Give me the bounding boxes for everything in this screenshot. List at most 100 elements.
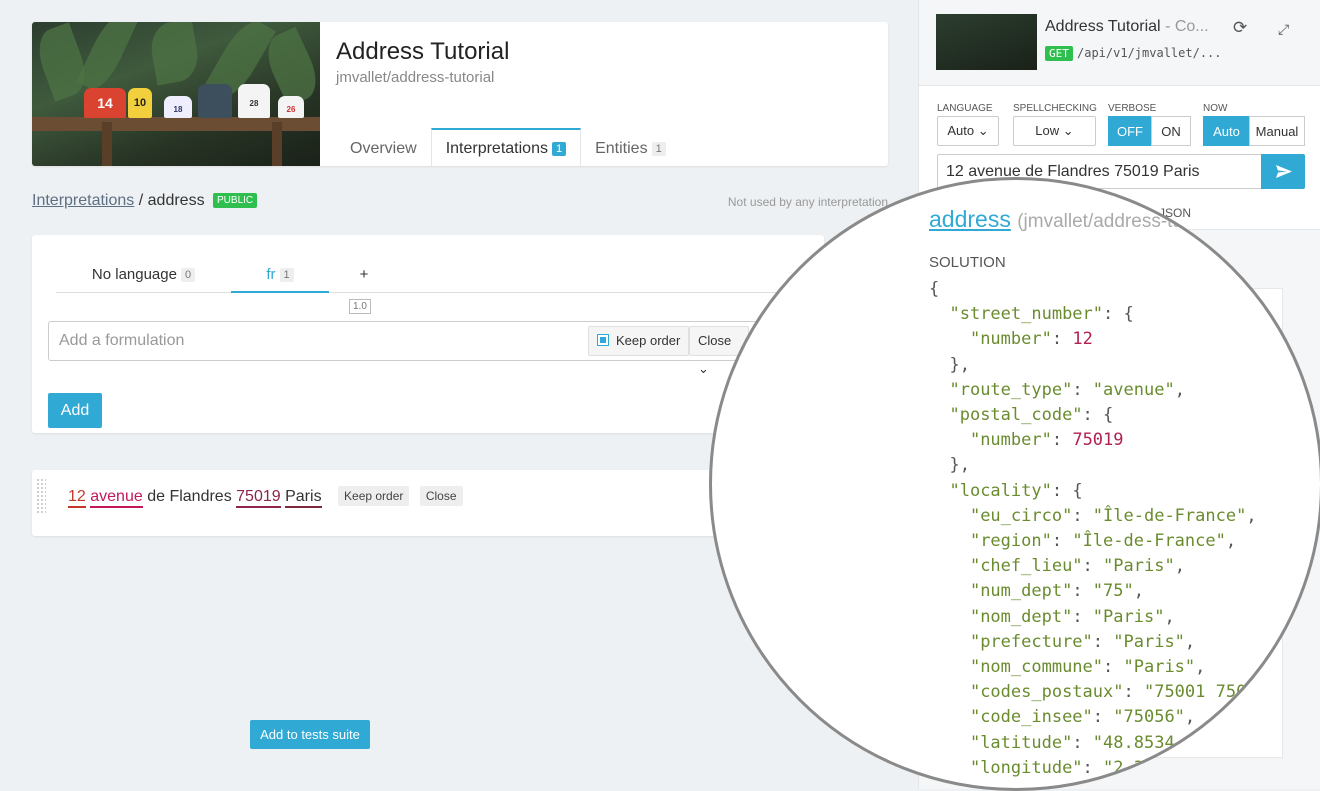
language-label: LANGUAGE [937,103,993,114]
tab-label: Entities [595,140,648,157]
spellchecking-label: SPELLCHECKING [1013,103,1097,114]
json-punct: : [1082,405,1104,426]
tab-count: 1 [551,142,567,156]
json-punct: , [1225,531,1237,552]
json-punct: , [1164,606,1175,627]
plain-text: de Flandres [147,488,232,505]
json-key: "num_dept" [969,581,1073,602]
json-line: "nom_dept": "Paris", [929,605,1257,630]
breadcrumb: Interpretations / address PUBLIC [32,192,258,210]
json-string: "75001 7500 [1143,682,1257,703]
json-key: "code_insee" [969,707,1093,728]
json-punct: { [1072,480,1083,501]
json-punct: : [1082,556,1104,577]
language-select[interactable]: Auto ⌄ [937,116,999,146]
verbose-on-toggle[interactable]: ON [1151,116,1191,146]
now-manual-toggle[interactable]: Manual [1249,116,1305,146]
json-punct: , [1184,631,1196,652]
tab-overview[interactable]: Overview [336,128,431,166]
tab-entities[interactable]: Entities 1 [581,128,680,166]
verbose-off-toggle[interactable]: OFF [1108,116,1152,146]
json-punct: : [1123,682,1144,703]
keep-order-toggle[interactable]: Keep order [588,326,690,356]
json-line: "postal_code": { [929,403,1257,428]
json-key: "street_number" [949,304,1104,325]
add-to-tests-button[interactable]: Add to tests suite [250,720,370,749]
expression-row[interactable]: 12 avenue de Flandres 75019 Paris Keep o… [32,470,824,536]
json-key: "chef_lieu" [969,556,1083,577]
solution-json: { "street_number": { "number": 12 }, "ro… [929,277,1257,781]
json-key: "number" [969,430,1052,451]
json-punct: : [1051,531,1073,552]
console-title: Address Tutorial - Co... [1045,18,1209,36]
json-string: "Paris" [1123,657,1196,678]
entity-postal-code[interactable]: 75019 [236,488,281,508]
breadcrumb-current: address [147,192,205,209]
entity-number[interactable]: 12 [68,488,86,508]
spellchecking-value: Low [1035,123,1060,138]
json-key: "region" [969,531,1052,552]
json-punct: : [1072,732,1093,753]
json-key: "route_type" [949,379,1073,400]
json-punct: , [1174,556,1185,577]
keep-order-tag[interactable]: Keep order [338,486,410,506]
json-key: "longitude" [969,757,1083,778]
entity-route-type[interactable]: avenue [90,488,143,508]
api-path: /api/v1/jmvallet/... [1077,46,1222,60]
drag-handle-icon[interactable] [36,478,46,514]
checkbox-icon [597,334,609,346]
agent-image: 14 10 18 28 26 [32,22,325,166]
refresh-icon[interactable]: ⟳ [1233,18,1247,38]
keep-order-label: Keep order [616,333,681,348]
json-string: "48.8534 [1092,732,1175,753]
tab-label: Interpretations [445,140,548,157]
tab-fr[interactable]: fr 1 [231,263,329,293]
json-line: "number": 12 [929,327,1257,352]
json-key: "prefecture" [969,631,1093,652]
json-punct: }, [949,455,970,476]
json-punct: : [1051,480,1073,501]
json-punct: : [1072,606,1093,627]
json-punct: : [1103,657,1124,678]
json-key: "nom_commune" [969,657,1104,678]
now-auto-toggle[interactable]: Auto [1203,116,1250,146]
result-title: address (jmvallet/address-tu [929,206,1183,233]
spellchecking-select[interactable]: Low ⌄ [1013,116,1096,146]
json-string: "Île-de-France" [1072,531,1226,552]
json-punct: { [1123,304,1134,325]
json-punct: , [1133,581,1144,602]
tab-interpretations[interactable]: Interpretations 1 [430,128,582,166]
json-punct: { [1103,405,1114,426]
json-punct: : [1072,505,1093,526]
solution-label: SOLUTION [929,254,1006,271]
json-punct: , [1195,657,1206,678]
json-string: "2.3 [1103,757,1144,778]
agent-tabs: Overview Interpretations 1 Entities 1 [336,128,680,166]
chevron-down-icon: ⌄ [1062,123,1074,138]
json-line: "nom_commune": "Paris", [929,655,1257,680]
json-number: 12 [1072,329,1093,350]
expand-icon[interactable]: ⤢ [1278,21,1289,38]
result-name-link[interactable]: address [929,206,1011,232]
magnified-content: address (jmvallet/address-tu SOLUTION { … [712,180,1320,788]
json-line: "prefecture": "Paris", [929,630,1257,655]
entity-locality[interactable]: Paris [285,488,322,508]
json-punct: , [1174,379,1185,400]
json-line: "num_dept": "75", [929,579,1257,604]
score-badge: 1.0 [349,299,371,314]
add-button[interactable]: Add [48,393,102,428]
public-badge: PUBLIC [213,193,258,208]
add-language-button[interactable]: + [329,263,399,293]
close-tag[interactable]: Close [419,486,463,506]
breadcrumb-link[interactable]: Interpretations [32,192,134,209]
json-punct: : [1092,631,1114,652]
tab-no-language[interactable]: No language 0 [56,263,231,293]
